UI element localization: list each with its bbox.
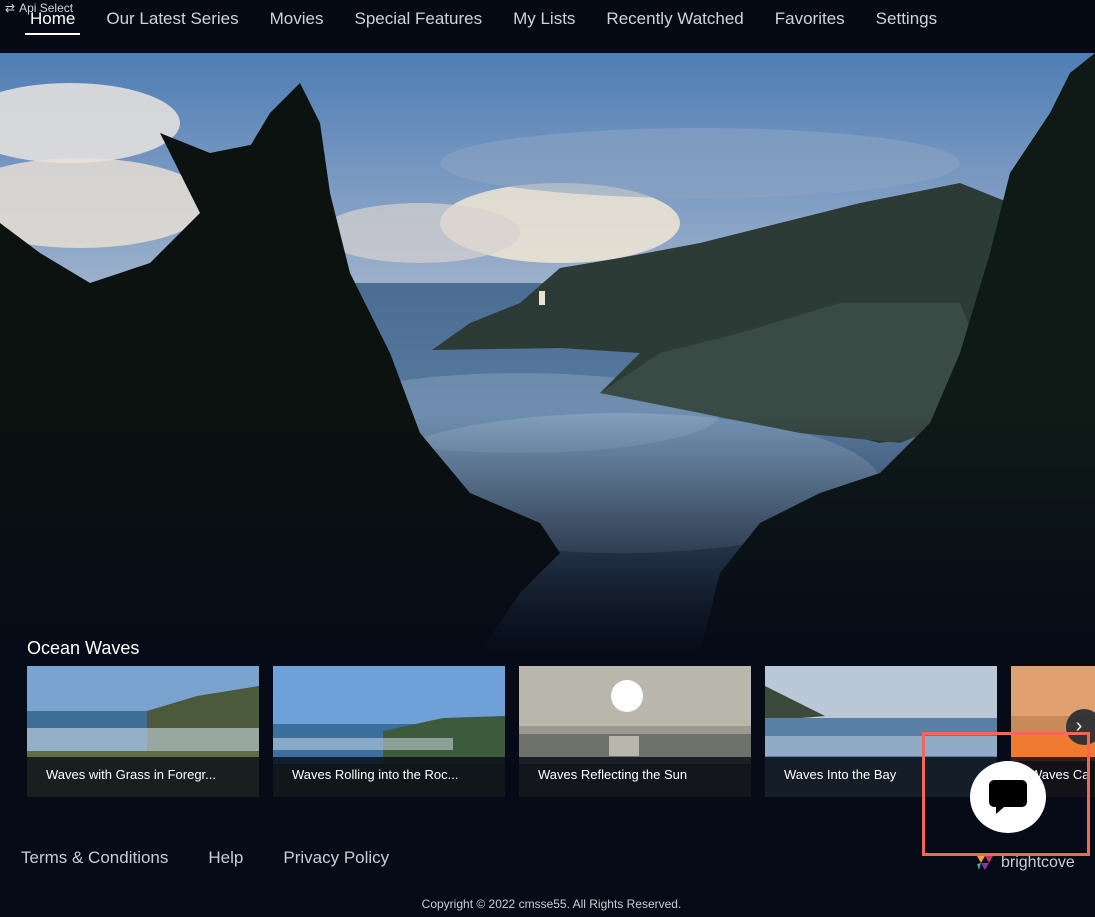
hero-landscape-illustration: [0, 53, 1095, 653]
footer-link-terms[interactable]: Terms & Conditions: [21, 848, 168, 868]
nav-item-special-features[interactable]: Special Features: [347, 8, 491, 36]
video-tile-caption: Waves with Grass in Foregr...: [27, 757, 259, 797]
nav-item-movies[interactable]: Movies: [262, 8, 332, 36]
row-title: Ocean Waves: [27, 638, 140, 658]
copyright-text: Copyright © 2022 cmsse55. All Rights Res…: [421, 897, 682, 911]
nav-item-settings[interactable]: Settings: [868, 8, 945, 36]
top-navigation-bar: ⇄ Api Select Home Our Latest Series Movi…: [0, 0, 1095, 53]
footer-link-help[interactable]: Help: [208, 848, 243, 868]
chat-bubble-icon: [989, 780, 1027, 814]
chat-button[interactable]: [970, 761, 1046, 833]
app-page: ⇄ Api Select Home Our Latest Series Movi…: [0, 0, 1095, 917]
video-tile[interactable]: Waves with Grass in Foregr...: [27, 666, 259, 797]
nav-item-recently-watched[interactable]: Recently Watched: [598, 8, 751, 36]
video-tile-caption: Waves Rolling into the Roc...: [273, 757, 505, 797]
nav-item-home[interactable]: Home: [22, 8, 83, 36]
nav-item-my-lists[interactable]: My Lists: [505, 8, 583, 36]
brand-wordmark: brightcove: [1001, 854, 1075, 871]
nav-item-our-latest-series[interactable]: Our Latest Series: [98, 8, 246, 36]
main-nav: Home Our Latest Series Movies Special Fe…: [22, 8, 960, 36]
footer-links: Terms & Conditions Help Privacy Policy: [21, 848, 389, 868]
swap-arrows-icon: ⇄: [5, 1, 16, 15]
video-tile[interactable]: Waves Rolling into the Roc...: [273, 666, 505, 797]
video-tile-caption: Waves Reflecting the Sun: [519, 757, 751, 797]
nav-item-favorites[interactable]: Favorites: [767, 8, 853, 36]
hero-banner-image[interactable]: [0, 53, 1095, 653]
footer-link-privacy[interactable]: Privacy Policy: [283, 848, 389, 868]
video-tile[interactable]: Waves Reflecting the Sun: [519, 666, 751, 797]
